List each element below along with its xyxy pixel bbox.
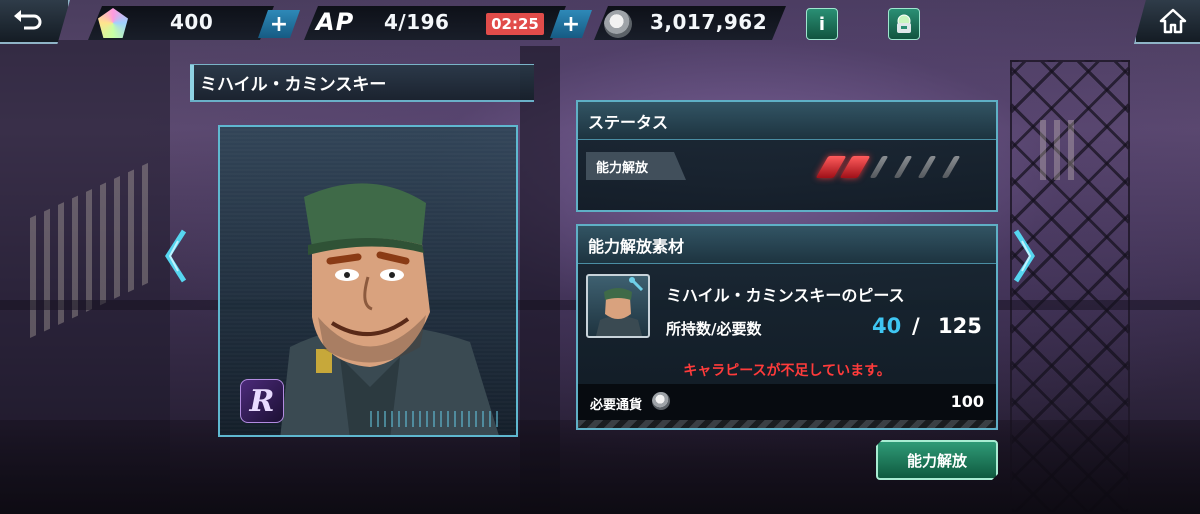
material-item-name: ミハイル・カミンスキーのピース [666, 286, 905, 305]
coin-icon [652, 392, 670, 410]
back-button[interactable] [0, 0, 70, 44]
unlock-pip-empty [917, 156, 937, 178]
back-arrow-icon [14, 10, 42, 30]
required-currency-row: 必要通貨 100 [578, 384, 996, 428]
owned-count: 40 [872, 314, 902, 338]
required-count: 125 [938, 314, 982, 338]
next-character-button[interactable] [1010, 228, 1038, 284]
unlock-ability-button[interactable]: 能力解放 [876, 440, 998, 480]
shop-bag-icon [897, 14, 911, 33]
character-piece-icon [596, 277, 644, 336]
unlock-level-gauge [815, 156, 961, 178]
required-currency-value: 100 [950, 392, 984, 411]
required-currency-label: 必要通貨 [590, 398, 643, 413]
insufficient-pieces-warning: キャラピースが不足しています。 [683, 363, 891, 379]
chevron-right-icon [1013, 229, 1035, 283]
gem-count: 400 [170, 10, 214, 34]
character-name: ミハイル・カミンスキー [200, 75, 387, 95]
rarity-badge: R [240, 379, 284, 423]
ap-label: AP [316, 8, 355, 36]
unlock-level-row: 能力解放 [586, 150, 986, 182]
unlock-ability-button-label: 能力解放 [906, 451, 967, 470]
chevron-left-icon [165, 229, 187, 283]
materials-panel-title: 能力解放素材 [578, 226, 996, 264]
character-portrait-frame: R [218, 125, 518, 437]
coin-icon [604, 10, 632, 38]
home-icon [1159, 8, 1187, 34]
top-status-bar: 400 + AP 4/196 02:25 + 3,017,962 i [0, 0, 1200, 46]
owned-required-label: 所持数/必要数 [666, 320, 762, 338]
home-button[interactable] [1134, 0, 1200, 44]
ap-value: 4/196 [384, 10, 450, 34]
info-icon: i [818, 13, 826, 35]
status-panel: ステータス 能力解放 [576, 100, 998, 212]
prev-character-button[interactable] [162, 228, 190, 284]
unlock-pip-empty [941, 156, 961, 178]
coin-count: 3,017,962 [650, 10, 768, 34]
ap-recovery-timer: 02:25 [486, 13, 544, 35]
character-piece-thumbnail[interactable] [586, 274, 650, 338]
frame-decoration [370, 411, 500, 427]
materials-panel: 能力解放素材 ミハイル・カミンスキーのピース 所持数/必要数 40 / 125 … [576, 224, 998, 430]
unlock-pip-empty [869, 156, 889, 178]
unlock-pip-empty [893, 156, 913, 178]
count-separator: / [912, 314, 920, 338]
info-button[interactable]: i [806, 8, 838, 40]
status-panel-title: ステータス [578, 102, 996, 140]
shop-button[interactable] [888, 8, 920, 40]
character-name-plate: ミハイル・カミンスキー [190, 64, 534, 102]
unlock-level-label: 能力解放 [586, 152, 686, 180]
